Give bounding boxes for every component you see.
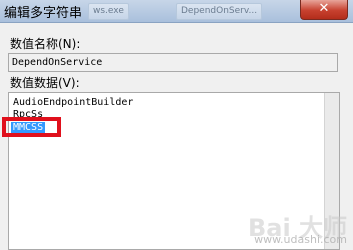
title-bar: 编辑多字符串 ws.exe DependOnServ... ✕ — [0, 0, 353, 23]
watermark-url: www.udashi.com — [254, 233, 347, 246]
background-tab: DependOnServ... — [176, 3, 263, 20]
value-name-field[interactable]: DependOnService — [8, 53, 338, 72]
close-button[interactable]: ✕ — [300, 0, 348, 20]
background-tab: ws.exe — [88, 3, 129, 20]
value-name-label: 数值名称(N): — [10, 37, 81, 51]
data-line: AudioEndpointBuilder — [13, 97, 134, 108]
close-icon: ✕ — [318, 1, 330, 16]
window-title: 编辑多字符串 — [4, 6, 83, 21]
value-data-label: 数值数据(V): — [10, 76, 80, 90]
highlight-annotation — [2, 117, 61, 137]
